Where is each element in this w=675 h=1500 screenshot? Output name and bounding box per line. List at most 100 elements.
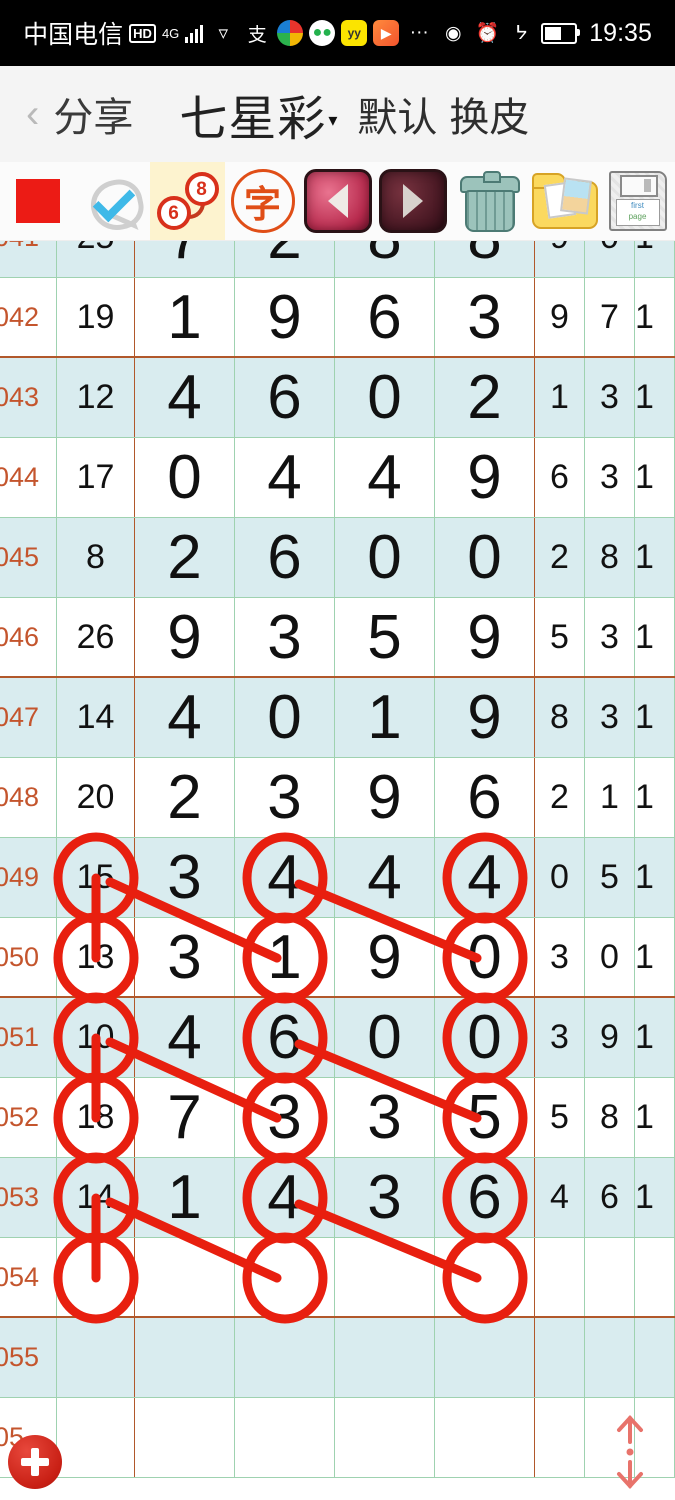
row-sum[interactable]: [57, 1398, 135, 1477]
row-sum[interactable]: 26: [57, 598, 135, 676]
row-id[interactable]: 042: [0, 278, 57, 356]
digit-3[interactable]: 3: [335, 1078, 435, 1157]
digit-1[interactable]: 7: [135, 1078, 235, 1157]
gallery-button[interactable]: [525, 162, 600, 240]
row-id[interactable]: 048: [0, 758, 57, 837]
table-row[interactable]: 049 15 3 4 4 4 0 5 1: [0, 838, 675, 918]
digit-2[interactable]: 6: [235, 358, 335, 437]
small-3[interactable]: 1: [635, 918, 675, 996]
row-id[interactable]: 041: [0, 240, 57, 277]
small-2[interactable]: 8: [585, 1078, 635, 1157]
connect-numbers-tool[interactable]: 6 8: [150, 162, 225, 240]
row-sum[interactable]: 10: [57, 998, 135, 1077]
text-tool[interactable]: 字: [225, 162, 300, 240]
digit-2[interactable]: 6: [235, 998, 335, 1077]
digit-1[interactable]: 3: [135, 918, 235, 996]
small-1[interactable]: [535, 1318, 585, 1397]
small-2[interactable]: 5: [585, 838, 635, 917]
digit-3[interactable]: 4: [335, 438, 435, 517]
digit-4[interactable]: 0: [435, 518, 535, 597]
small-1[interactable]: 8: [535, 678, 585, 757]
digit-4[interactable]: 5: [435, 1078, 535, 1157]
row-id[interactable]: 045: [0, 518, 57, 597]
table-row[interactable]: 043 12 4 6 0 2 1 3 1: [0, 358, 675, 438]
small-2[interactable]: 0: [585, 918, 635, 996]
digit-1[interactable]: 1: [135, 1158, 235, 1237]
digit-4[interactable]: 6: [435, 1158, 535, 1237]
row-id[interactable]: 043: [0, 358, 57, 437]
digit-4[interactable]: 9: [435, 438, 535, 517]
row-id[interactable]: 051: [0, 998, 57, 1077]
digit-2[interactable]: 3: [235, 758, 335, 837]
digit-3[interactable]: 8: [335, 240, 435, 277]
small-2[interactable]: 3: [585, 678, 635, 757]
digit-1[interactable]: 7: [135, 240, 235, 277]
row-id[interactable]: 049: [0, 838, 57, 917]
digit-3[interactable]: 9: [335, 758, 435, 837]
digit-4[interactable]: [435, 1398, 535, 1477]
row-sum[interactable]: 8: [57, 518, 135, 597]
digit-1[interactable]: [135, 1318, 235, 1397]
small-1[interactable]: 2: [535, 758, 585, 837]
small-1[interactable]: 9: [535, 240, 585, 277]
small-2[interactable]: 3: [585, 598, 635, 676]
digit-3[interactable]: 0: [335, 998, 435, 1077]
small-3[interactable]: [635, 1238, 675, 1316]
digit-2[interactable]: [235, 1398, 335, 1477]
digit-1[interactable]: 2: [135, 758, 235, 837]
lottery-number-grid[interactable]: 0412572889010421919639710431246021310441…: [0, 240, 675, 1500]
small-2[interactable]: 6: [585, 1158, 635, 1237]
digit-2[interactable]: [235, 1318, 335, 1397]
small-3[interactable]: 1: [635, 1078, 675, 1157]
digit-1[interactable]: 4: [135, 998, 235, 1077]
small-1[interactable]: 3: [535, 918, 585, 996]
small-1[interactable]: 5: [535, 1078, 585, 1157]
digit-4[interactable]: 0: [435, 918, 535, 996]
row-id[interactable]: 054: [0, 1238, 57, 1316]
small-1[interactable]: [535, 1238, 585, 1316]
page-title[interactable]: 七星彩: [179, 79, 326, 149]
digit-4[interactable]: 2: [435, 358, 535, 437]
small-3[interactable]: 1: [635, 240, 675, 277]
small-1[interactable]: 9: [535, 278, 585, 356]
small-3[interactable]: 1: [635, 438, 675, 517]
row-id[interactable]: 053: [0, 1158, 57, 1237]
small-3[interactable]: [635, 1318, 675, 1397]
digit-3[interactable]: [335, 1318, 435, 1397]
digit-3[interactable]: 0: [335, 518, 435, 597]
digit-3[interactable]: 1: [335, 678, 435, 757]
digit-3[interactable]: 6: [335, 278, 435, 356]
small-1[interactable]: 2: [535, 518, 585, 597]
digit-1[interactable]: 0: [135, 438, 235, 517]
delete-button[interactable]: [450, 162, 525, 240]
digit-2[interactable]: [235, 1238, 335, 1316]
table-row[interactable]: 047 14 4 0 1 9 8 3 1: [0, 678, 675, 758]
digit-2[interactable]: 2: [235, 240, 335, 277]
small-1[interactable]: 5: [535, 598, 585, 676]
table-row[interactable]: 045 8 2 6 0 0 2 8 1: [0, 518, 675, 598]
table-row[interactable]: 050 13 3 1 9 0 3 0 1: [0, 918, 675, 998]
small-3[interactable]: 1: [635, 278, 675, 356]
row-sum[interactable]: 17: [57, 438, 135, 517]
small-2[interactable]: [585, 1238, 635, 1316]
row-sum[interactable]: 20: [57, 758, 135, 837]
row-sum[interactable]: 14: [57, 678, 135, 757]
digit-4[interactable]: [435, 1238, 535, 1316]
digit-4[interactable]: 4: [435, 838, 535, 917]
redo-button[interactable]: [375, 162, 450, 240]
chevron-down-icon[interactable]: ▾: [328, 110, 337, 131]
digit-1[interactable]: 3: [135, 838, 235, 917]
digit-3[interactable]: 4: [335, 838, 435, 917]
digit-3[interactable]: 5: [335, 598, 435, 676]
digit-4[interactable]: 8: [435, 240, 535, 277]
row-sum[interactable]: [57, 1238, 135, 1316]
small-3[interactable]: 1: [635, 838, 675, 917]
digit-2[interactable]: 3: [235, 1078, 335, 1157]
select-check-tool[interactable]: [75, 162, 150, 240]
table-row[interactable]: 053 14 1 4 3 6 4 6 1: [0, 1158, 675, 1238]
digit-3[interactable]: 0: [335, 358, 435, 437]
digit-4[interactable]: [435, 1318, 535, 1397]
small-2[interactable]: 0: [585, 240, 635, 277]
small-2[interactable]: 3: [585, 358, 635, 437]
scroll-updown-indicator[interactable]: [604, 1412, 656, 1492]
